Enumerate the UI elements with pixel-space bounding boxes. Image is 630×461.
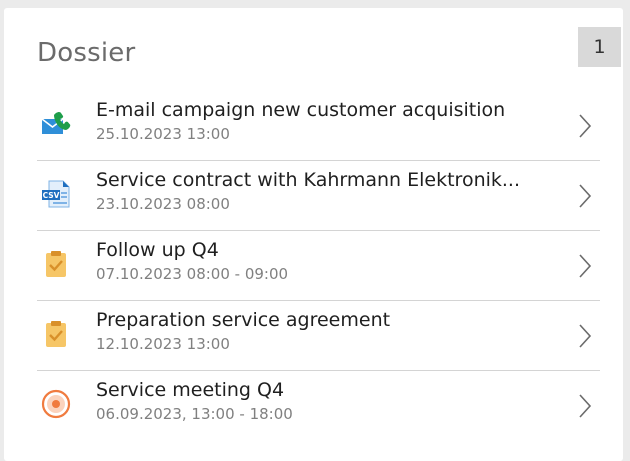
- list-item[interactable]: Follow up Q4 07.10.2023 08:00 - 09:00: [37, 231, 600, 301]
- dossier-list: E-mail campaign new customer acquisition…: [37, 91, 600, 440]
- item-date: 06.09.2023, 13:00 - 18:00: [96, 405, 293, 423]
- panel-title: Dossier: [37, 38, 136, 68]
- count-badge: 1: [578, 27, 621, 67]
- chevron-right-icon: [579, 394, 592, 418]
- chevron-right-icon: [579, 254, 592, 278]
- item-title: Follow up Q4: [96, 239, 219, 261]
- dossier-panel: Dossier 1 E-mail campaign new customer a…: [4, 8, 623, 461]
- email-phone-icon: [41, 111, 71, 134]
- list-item[interactable]: E-mail campaign new customer acquisition…: [37, 91, 600, 161]
- csv-file-icon: CSV: [42, 180, 70, 208]
- item-date: 12.10.2023 13:00: [96, 335, 230, 353]
- chevron-right-icon: [579, 184, 592, 208]
- item-title: Service contract with Kahrmann Elektroni…: [96, 169, 521, 191]
- appointment-icon: [41, 389, 71, 419]
- list-item[interactable]: Service meeting Q4 06.09.2023, 13:00 - 1…: [37, 371, 600, 440]
- task-clipboard-icon: [46, 321, 66, 347]
- item-title: Service meeting Q4: [96, 379, 285, 401]
- svg-text:CSV: CSV: [43, 191, 60, 200]
- list-item[interactable]: CSV Service contract with Kahrmann Elekt…: [37, 161, 600, 231]
- chevron-right-icon: [579, 114, 592, 138]
- chevron-right-icon: [579, 324, 592, 348]
- item-title: E-mail campaign new customer acquisition: [96, 99, 506, 121]
- item-date: 25.10.2023 13:00: [96, 125, 230, 143]
- item-date: 23.10.2023 08:00: [96, 195, 230, 213]
- task-clipboard-icon: [46, 251, 66, 277]
- item-date: 07.10.2023 08:00 - 09:00: [96, 265, 289, 283]
- item-title: Preparation service agreement: [96, 309, 391, 331]
- list-item[interactable]: Preparation service agreement 12.10.2023…: [37, 301, 600, 371]
